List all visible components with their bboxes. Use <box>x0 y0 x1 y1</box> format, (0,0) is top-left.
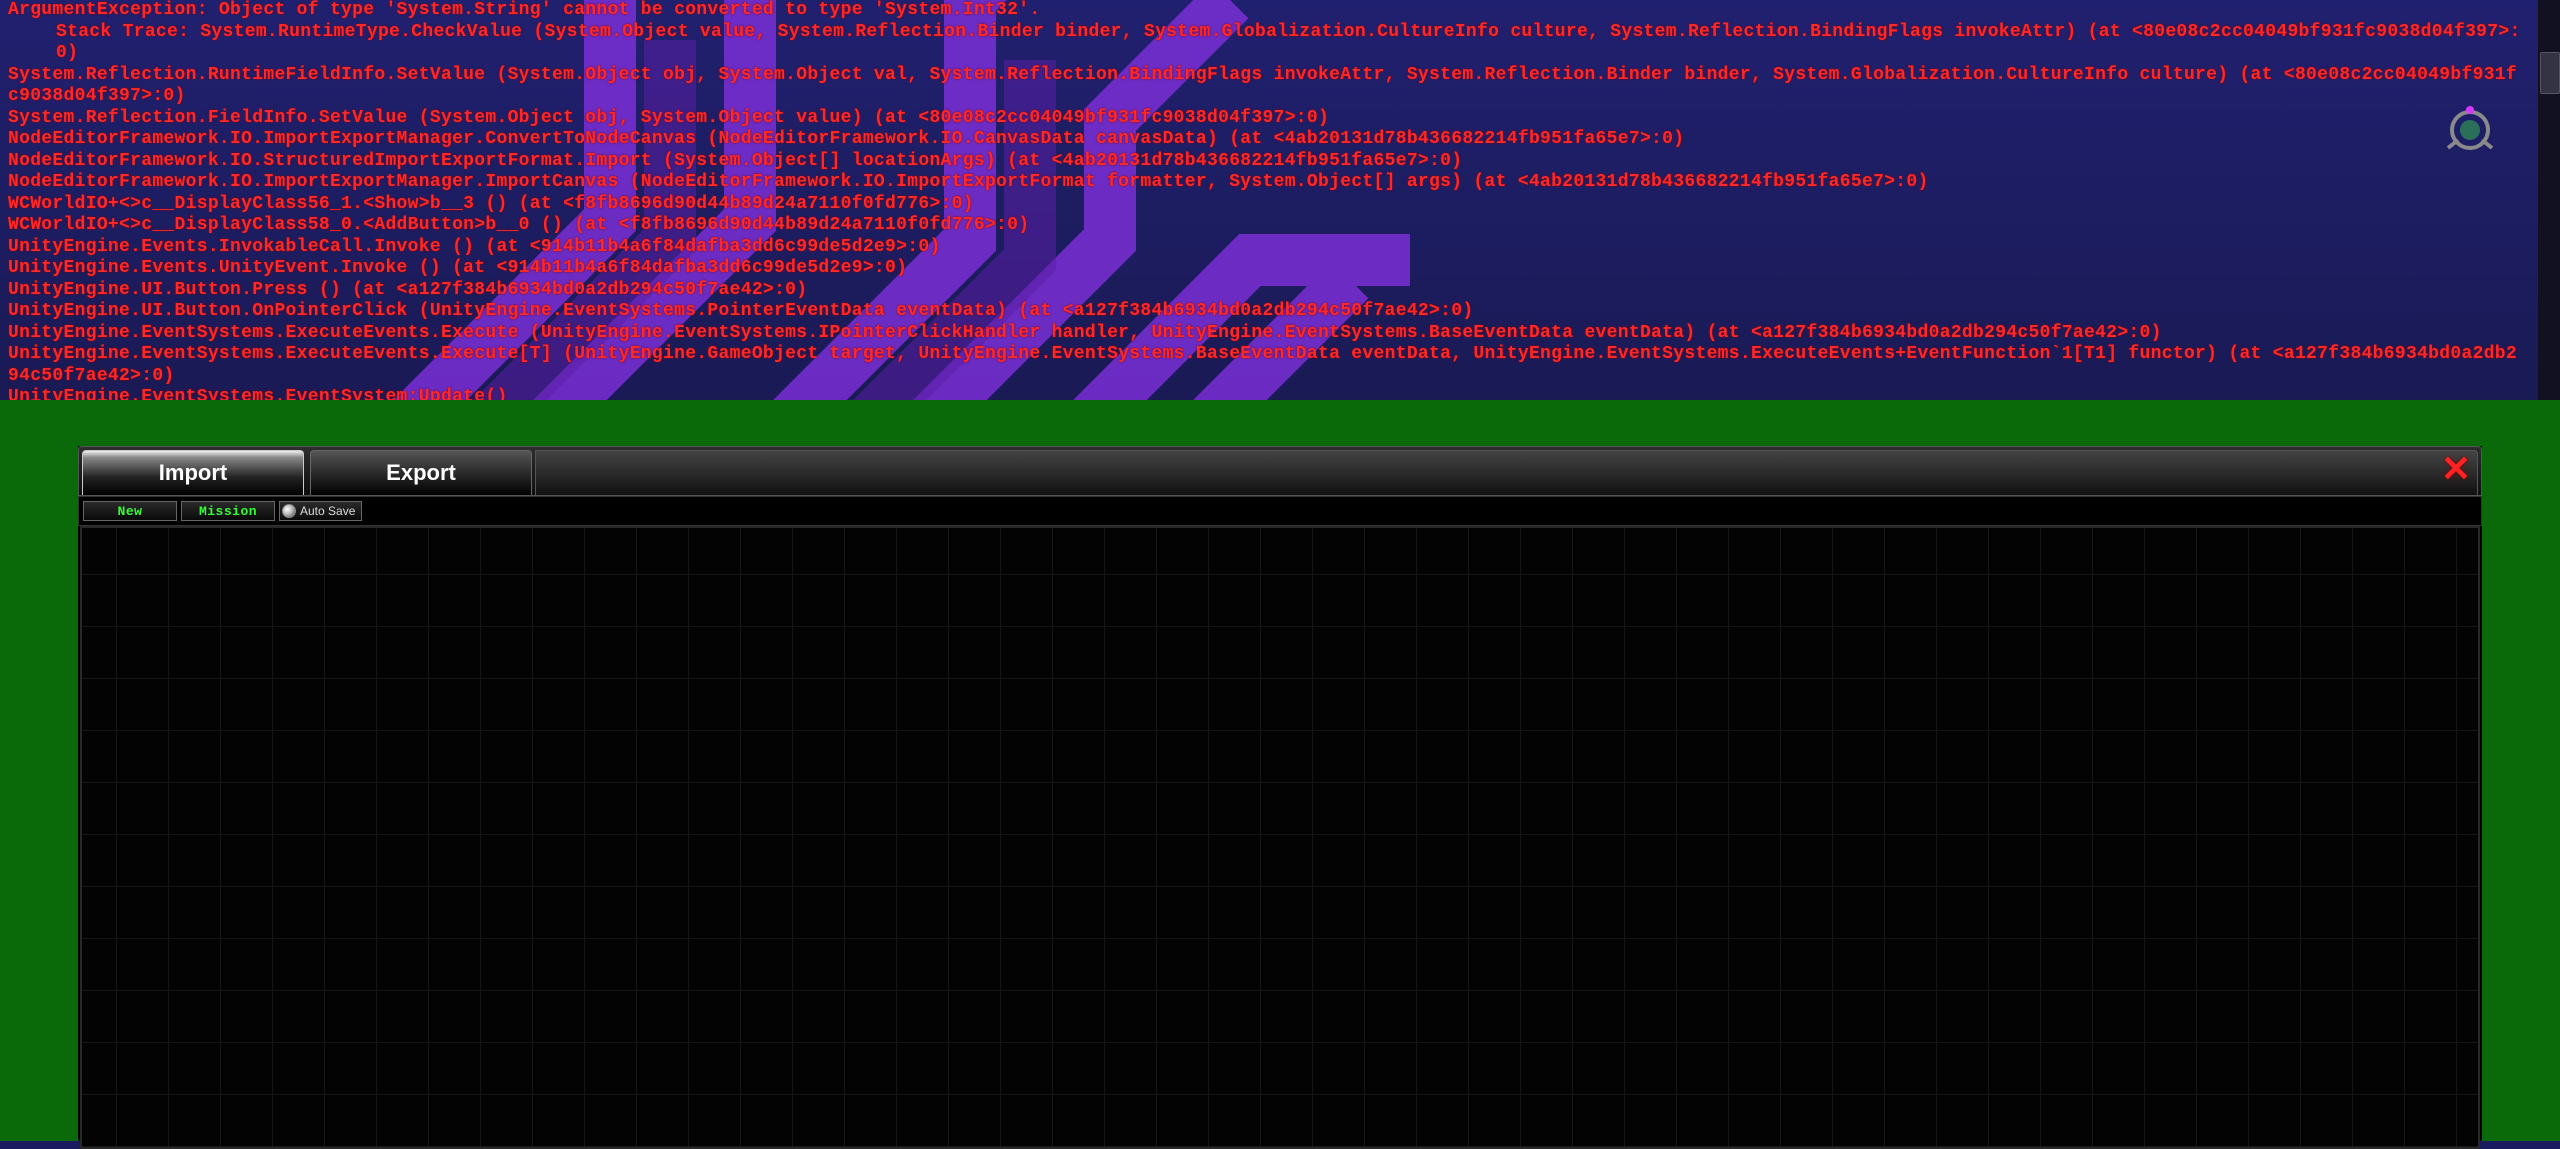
scrollbar-thumb[interactable] <box>2540 52 2560 94</box>
console-line: WCWorldIO+<>c__DisplayClass58_0.<AddButt… <box>8 215 2524 237</box>
tab-export[interactable]: Export <box>310 450 532 495</box>
autosave-toggle[interactable]: Auto Save <box>279 501 362 521</box>
console-line: ArgumentException: Object of type 'Syste… <box>8 0 2524 22</box>
console-line: UnityEngine.Events.InvokableCall.Invoke … <box>8 237 2524 259</box>
console-line: NodeEditorFramework.IO.ImportExportManag… <box>8 129 2524 151</box>
console-line: NodeEditorFramework.IO.StructuredImportE… <box>8 151 2524 173</box>
console-line: System.Reflection.FieldInfo.SetValue (Sy… <box>8 108 2524 130</box>
new-button-label: New <box>118 504 143 519</box>
tab-import[interactable]: Import <box>82 450 304 495</box>
console-line: UnityEngine.EventSystems.ExecuteEvents.E… <box>8 323 2524 345</box>
console-line: UnityEngine.Events.UnityEvent.Invoke () … <box>8 258 2524 280</box>
console-line: Stack Trace: System.RuntimeType.CheckVal… <box>8 22 2524 65</box>
console-line: NodeEditorFramework.IO.ImportExportManag… <box>8 172 2524 194</box>
debug-console: ArgumentException: Object of type 'Syste… <box>8 0 2524 400</box>
autosave-label: Auto Save <box>300 504 355 518</box>
console-scrollbar[interactable] <box>2538 0 2560 400</box>
player-ship-icon <box>2440 100 2500 160</box>
tab-export-label: Export <box>386 460 456 486</box>
console-line: WCWorldIO+<>c__DisplayClass56_1.<Show>b_… <box>8 194 2524 216</box>
mission-button-label: Mission <box>199 504 257 519</box>
node-editor-window: Import Export ✕ New Mission Auto Save <box>78 446 2482 1141</box>
console-line: UnityEngine.UI.Button.OnPointerClick (Un… <box>8 301 2524 323</box>
tab-bar-spacer: ✕ <box>535 450 2478 495</box>
console-line: UnityEngine.EventSystems.ExecuteEvents.E… <box>8 344 2524 387</box>
tab-bar: Import Export ✕ <box>78 446 2482 496</box>
radio-icon <box>282 504 296 518</box>
close-icon[interactable]: ✕ <box>2441 448 2471 490</box>
console-line: UnityEngine.EventSystems.EventSystem:Upd… <box>8 387 2524 400</box>
sub-toolbar: New Mission Auto Save <box>78 496 2482 526</box>
new-button[interactable]: New <box>83 501 177 521</box>
console-line: System.Reflection.RuntimeFieldInfo.SetVa… <box>8 65 2524 108</box>
mission-button[interactable]: Mission <box>181 501 275 521</box>
node-canvas[interactable] <box>80 526 2480 1149</box>
console-line: UnityEngine.UI.Button.Press () (at <a127… <box>8 280 2524 302</box>
tab-import-label: Import <box>159 460 227 486</box>
